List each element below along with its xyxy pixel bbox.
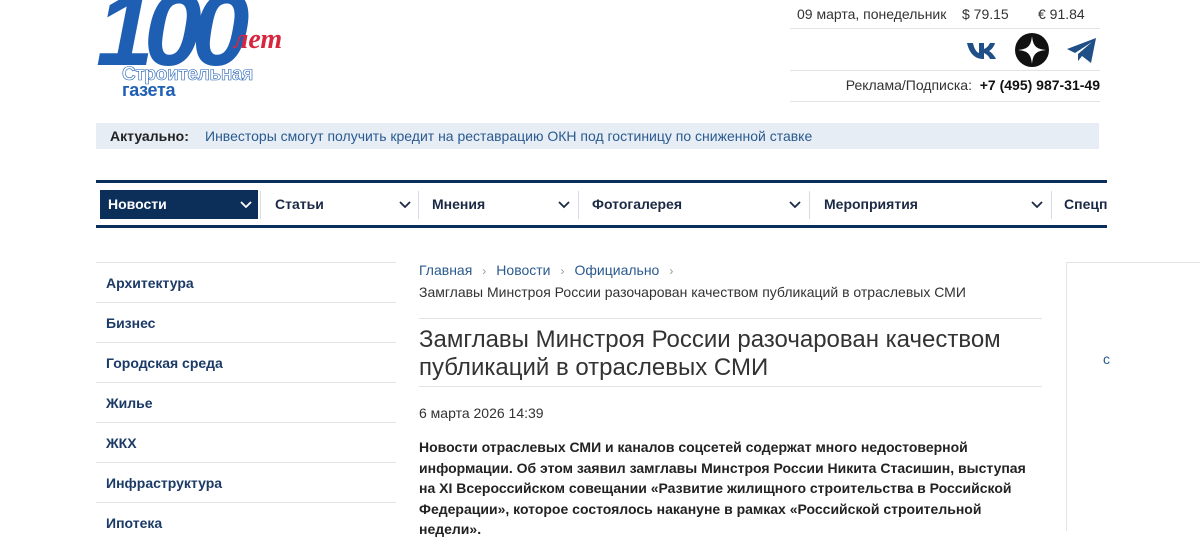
dzen-icon[interactable] [1014,32,1050,68]
nav-divider [578,191,579,219]
nav-divider [1051,191,1052,219]
breadcrumb: Главная › Новости › Официально › [419,262,1059,282]
logo-years: лет [234,24,283,55]
divider [419,318,1042,319]
logo-line2: газета [122,80,176,100]
sidebar-item-label: Ипотека [106,515,163,531]
sidebar-item-label: Бизнес [106,315,156,331]
divider [419,386,1042,387]
nav-label: Новости [108,196,167,212]
nav-divider [809,191,810,219]
chevron-down-icon [558,201,570,209]
usd-rate: $ 79.15 [962,6,1009,22]
eur-rate: € 91.84 [1038,6,1085,22]
right-sidebar: с [1066,262,1200,531]
nav-item-special[interactable]: Спецп [1056,190,1107,219]
chevron-right-icon: › [560,264,565,278]
chevron-down-icon [1031,201,1043,209]
ad-phone[interactable]: +7 (495) 987-31-49 [980,77,1100,93]
sidebar-item-label: ЖКХ [106,435,137,451]
chevron-right-icon: › [669,264,674,278]
sidebar-item-architecture[interactable]: Архитектура [96,263,396,303]
sidebar-item-utilities[interactable]: ЖКХ [96,423,396,463]
breadcrumb-home[interactable]: Главная [419,262,472,278]
chevron-down-icon [240,201,252,209]
sidebar-item-urban[interactable]: Городская среда [96,343,396,383]
category-sidebar: Архитектура Бизнес Городская среда Жилье… [96,262,396,531]
article-lead: Новости отраслевых СМИ и каналов соцсете… [419,439,1026,537]
nav-divider [260,191,261,219]
sidebar-item-housing[interactable]: Жилье [96,383,396,423]
breadcrumb-current: Замглавы Минстроя России разочарован кач… [419,284,966,300]
sidebar-item-infrastructure[interactable]: Инфраструктура [96,463,396,503]
nav-label: Статьи [275,196,324,212]
sidebar-item-label: Городская среда [106,355,223,371]
nav-item-articles[interactable]: Статьи [267,190,417,219]
breadcrumb-news[interactable]: Новости [496,262,550,278]
ad-label: Реклама/Подписка: [845,77,972,93]
nav-item-gallery[interactable]: Фотогалерея [584,190,807,219]
nav-item-news[interactable]: Новости [100,190,258,219]
telegram-icon[interactable] [1064,32,1100,68]
nav-label: Мероприятия [824,196,918,212]
right-sidebar-text: с [1103,351,1110,367]
sidebar-item-label: Жилье [106,395,153,411]
sidebar-item-mortgage[interactable]: Ипотека [96,503,396,543]
main-nav: Новости Статьи Мнения Фотогалерея Меропр… [96,180,1107,228]
nav-item-opinions[interactable]: Мнения [424,190,576,219]
nav-label: Спецп [1064,196,1107,212]
site-logo[interactable]: 100 лет Строительная газета [96,0,296,100]
article-title: Замглавы Минстроя России разочарован кач… [419,326,1001,381]
nav-divider [418,191,419,219]
vk-icon[interactable] [964,32,1000,68]
ad-subscription: Реклама/Подписка: +7 (495) 987-31-49 [790,70,1100,102]
social-links [964,32,1100,70]
header-info: 09 марта, понедельник $ 79.15 € 91.84 [790,4,1100,29]
sidebar-item-label: Инфраструктура [106,475,223,491]
nav-item-events[interactable]: Мероприятия [816,190,1049,219]
sidebar-item-business[interactable]: Бизнес [96,303,396,343]
breaking-news-label: Актуально: [110,128,189,144]
nav-label: Мнения [432,196,486,212]
breaking-news-link[interactable]: Инвесторы смогут получить кредит на рест… [205,128,812,144]
chevron-down-icon [399,201,411,209]
nav-label: Фотогалерея [592,196,682,212]
breaking-news-bar: Актуально: Инвесторы смогут получить кре… [96,123,1099,149]
breadcrumb-official[interactable]: Официально [575,262,660,278]
article-date: 6 марта 2026 14:39 [419,405,544,421]
sidebar-item-label: Архитектура [106,275,194,291]
chevron-down-icon [789,201,801,209]
chevron-right-icon: › [482,264,487,278]
current-date: 09 марта, понедельник [797,6,947,22]
